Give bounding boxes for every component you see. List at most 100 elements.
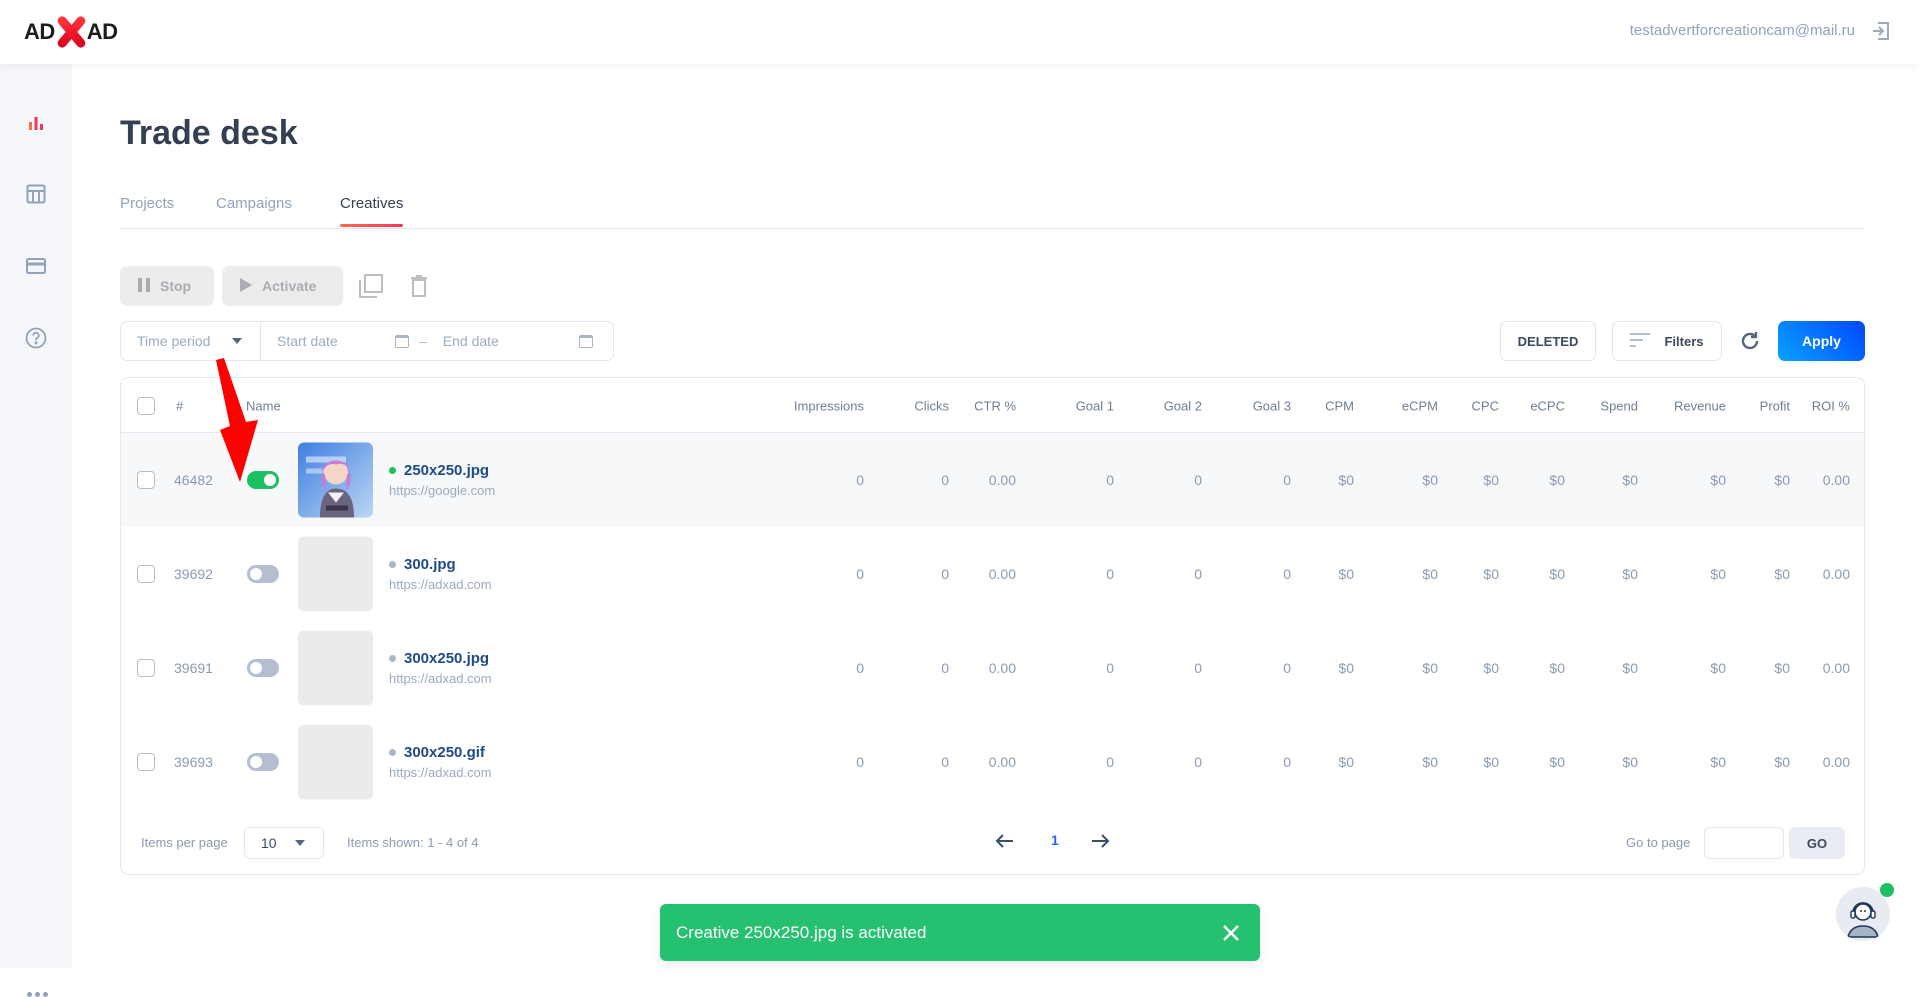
- creative-url: https://adxad.com: [389, 577, 492, 592]
- creative-name-block: 250x250.jpg https://google.com: [389, 462, 495, 498]
- cell-ecpc: $0: [1549, 566, 1565, 582]
- logo-text-right: AD: [86, 19, 118, 44]
- copy-icon[interactable]: [358, 273, 384, 299]
- logo-x-mark: [53, 15, 89, 49]
- cell-profit: $0: [1774, 660, 1790, 676]
- calendar-icon[interactable]: [578, 334, 593, 348]
- calendar-icon[interactable]: [395, 334, 409, 348]
- items-per-page-value: 10: [261, 835, 277, 851]
- col-goal2[interactable]: Goal 2: [1164, 399, 1202, 414]
- creative-thumbnail-placeholder[interactable]: [298, 536, 373, 612]
- table-row[interactable]: 39693 300x250.gif https://adxad.com 0 0 0.00 0…: [121, 715, 1864, 809]
- items-per-page-select[interactable]: 10: [244, 827, 324, 859]
- col-name[interactable]: Name: [246, 399, 281, 414]
- status-toggle[interactable]: [247, 753, 279, 771]
- col-cpc[interactable]: CPC: [1472, 399, 1499, 414]
- sidebar-item-table[interactable]: [24, 184, 48, 208]
- cell-goal1: 0: [1106, 566, 1114, 582]
- creative-thumbnail-placeholder[interactable]: [298, 724, 373, 800]
- creative-id: 39691: [174, 660, 213, 676]
- creative-id: 46482: [174, 472, 213, 488]
- table-row[interactable]: 39691 300x250.jpg https://adxad.com 0 0 0.00 0…: [121, 621, 1864, 715]
- status-toggle[interactable]: [247, 659, 279, 677]
- table-row[interactable]: 46482 250x250.jpg https://google.com 0 0 0.00…: [121, 433, 1864, 527]
- select-all-checkbox[interactable]: [137, 397, 155, 415]
- col-goal1[interactable]: Goal 1: [1076, 399, 1114, 414]
- next-page-arrow-icon[interactable]: [1089, 830, 1111, 852]
- table-row[interactable]: 39692 300.jpg https://adxad.com 0 0 0.00 0 0 0 $0…: [121, 527, 1864, 621]
- creative-name-link[interactable]: 300x250.jpg: [389, 650, 492, 667]
- cell-cpm: $0: [1338, 660, 1354, 676]
- go-button[interactable]: GO: [1789, 827, 1845, 859]
- go-to-page-input[interactable]: [1704, 827, 1784, 859]
- stop-button[interactable]: Stop: [120, 266, 214, 306]
- toast-message: Creative 250x250.jpg is activated: [676, 922, 927, 942]
- col-roi[interactable]: ROI %: [1812, 399, 1850, 414]
- cell-goal3: 0: [1283, 660, 1291, 676]
- col-ecpm[interactable]: eCPM: [1402, 399, 1438, 414]
- col-goal3[interactable]: Goal 3: [1253, 399, 1291, 414]
- close-icon[interactable]: [1222, 924, 1240, 942]
- cell-spend: $0: [1622, 754, 1638, 770]
- col-clicks[interactable]: Clicks: [914, 399, 949, 414]
- time-period-select[interactable]: Time period: [121, 322, 261, 360]
- sidebar-item-billing[interactable]: [24, 256, 48, 280]
- status-toggle[interactable]: [247, 565, 279, 583]
- col-profit[interactable]: Profit: [1760, 399, 1790, 414]
- more-dots-icon[interactable]: [27, 992, 48, 997]
- logout-icon[interactable]: [1871, 21, 1891, 41]
- trash-icon[interactable]: [406, 273, 432, 299]
- tab-projects[interactable]: Projects: [120, 195, 174, 226]
- status-dot: [389, 749, 396, 756]
- sidebar-item-help[interactable]: [24, 327, 48, 352]
- row-checkbox[interactable]: [137, 753, 155, 771]
- support-agent-icon: [1836, 902, 1890, 941]
- col-id[interactable]: #: [176, 399, 183, 414]
- cell-goal3: 0: [1283, 754, 1291, 770]
- creative-name-link[interactable]: 300.jpg: [389, 556, 492, 573]
- prev-page-arrow-icon[interactable]: [994, 830, 1016, 852]
- cell-goal3: 0: [1283, 566, 1291, 582]
- col-revenue[interactable]: Revenue: [1674, 399, 1726, 414]
- creative-name-link[interactable]: 250x250.jpg: [389, 462, 495, 479]
- cell-ctr: 0.00: [988, 566, 1016, 582]
- creative-id: 39692: [174, 566, 213, 582]
- sidebar-item-statistics[interactable]: [24, 113, 48, 137]
- status-dot: [389, 655, 396, 662]
- tab-campaigns[interactable]: Campaigns: [216, 195, 292, 226]
- cell-spend: $0: [1622, 660, 1638, 676]
- page-title: Trade desk: [120, 114, 298, 152]
- activate-button[interactable]: Activate: [222, 266, 343, 306]
- col-ecpc[interactable]: eCPC: [1530, 399, 1565, 414]
- row-checkbox[interactable]: [137, 659, 155, 677]
- row-checkbox[interactable]: [137, 471, 155, 489]
- col-cpm[interactable]: CPM: [1325, 399, 1354, 414]
- creative-url: https://adxad.com: [389, 671, 492, 686]
- cell-impressions: 0: [856, 566, 864, 582]
- tab-creatives[interactable]: Creatives: [340, 195, 404, 227]
- creative-thumbnail[interactable]: [298, 442, 373, 518]
- creative-thumbnail-placeholder[interactable]: [298, 630, 373, 706]
- apply-button[interactable]: Apply: [1778, 321, 1865, 361]
- filters-button[interactable]: Filters: [1612, 321, 1722, 361]
- cell-cpc: $0: [1483, 566, 1499, 582]
- creative-name-link[interactable]: 300x250.gif: [389, 744, 492, 761]
- col-impressions[interactable]: Impressions: [794, 399, 864, 414]
- end-date-input[interactable]: End date: [437, 322, 605, 360]
- cell-goal2: 0: [1194, 472, 1202, 488]
- cell-impressions: 0: [856, 660, 864, 676]
- col-spend[interactable]: Spend: [1600, 399, 1638, 414]
- cell-goal3: 0: [1283, 472, 1291, 488]
- user-email[interactable]: testadvertforcreationcam@mail.ru: [1630, 22, 1855, 39]
- start-date-input[interactable]: Start date: [261, 322, 409, 360]
- adxad-logo[interactable]: AD AD: [24, 15, 118, 49]
- row-checkbox[interactable]: [137, 565, 155, 583]
- refresh-icon[interactable]: [1739, 330, 1761, 352]
- page-number-current[interactable]: 1: [1051, 832, 1059, 848]
- cell-ecpm: $0: [1422, 566, 1438, 582]
- status-dot: [389, 467, 396, 474]
- status-toggle[interactable]: [247, 471, 279, 489]
- deleted-button[interactable]: DELETED: [1500, 321, 1596, 361]
- cell-impressions: 0: [856, 754, 864, 770]
- col-ctr[interactable]: CTR %: [974, 399, 1016, 414]
